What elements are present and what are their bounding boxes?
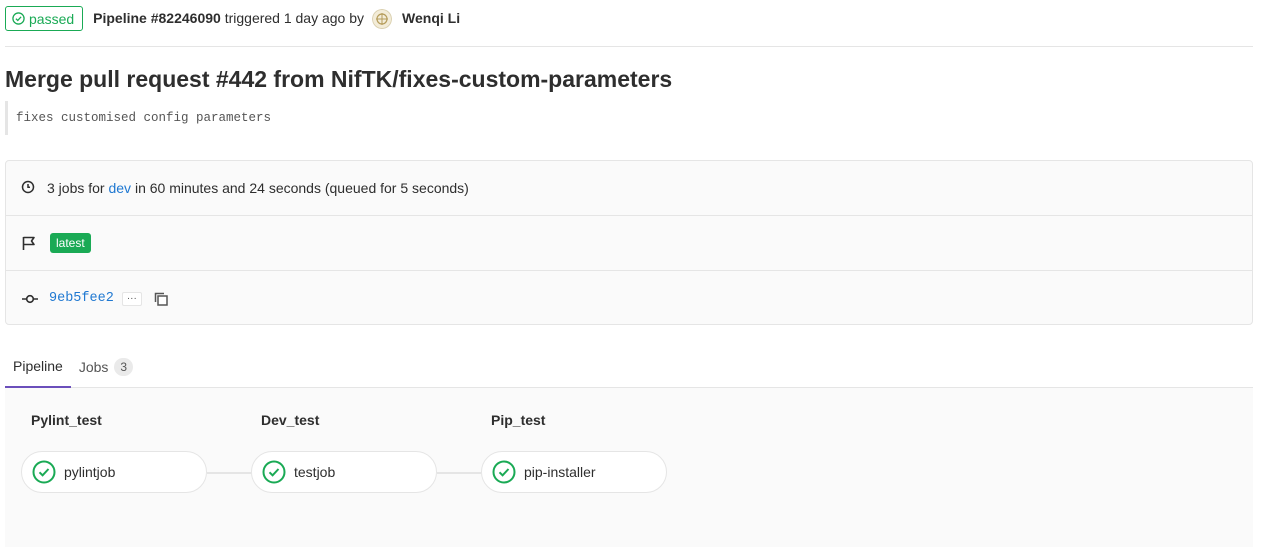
user-name[interactable]: Wenqi Li [402, 6, 460, 31]
jobs-count-badge: 3 [114, 357, 134, 376]
stage-title: Pip_test [491, 412, 546, 428]
latest-badge: latest [50, 233, 91, 253]
pipeline-id: Pipeline #82246090 [93, 10, 221, 26]
jobs-suffix: in 60 minutes and 24 seconds (queued for… [134, 180, 469, 196]
commit-row: 9eb5fee2 ··· [6, 271, 1252, 326]
triggered-text: triggered 1 day ago by [224, 10, 365, 26]
job-pip-installer[interactable]: pip-installer [481, 451, 667, 493]
commit-description: fixes customised config parameters [5, 101, 271, 135]
stage-connector [207, 472, 251, 474]
pipeline-header: passed Pipeline #82246090 triggered 1 da… [5, 6, 1253, 47]
tab-jobs[interactable]: Jobs 3 [71, 345, 141, 388]
status-label: passed [29, 10, 75, 27]
job-name: pip-installer [524, 464, 596, 480]
job-name: testjob [294, 464, 336, 480]
commit-icon [21, 291, 39, 307]
flag-icon [21, 235, 37, 251]
pipeline-info-card: 3 jobs for dev in 60 minutes and 24 seco… [5, 160, 1253, 325]
duration-row: 3 jobs for dev in 60 minutes and 24 seco… [6, 161, 1252, 216]
pipeline-tabs: Pipeline Jobs 3 [5, 345, 1253, 388]
tab-pipeline[interactable]: Pipeline [5, 345, 71, 388]
check-circle-icon [12, 12, 25, 25]
stage-title: Pylint_test [31, 412, 102, 428]
job-pylintjob[interactable]: pylintjob [21, 451, 207, 493]
jobs-prefix: 3 jobs for [47, 180, 105, 196]
page-title: Merge pull request #442 from NifTK/fixes… [5, 66, 673, 92]
commit-sha-link[interactable]: 9eb5fee2 [49, 291, 114, 306]
success-icon [262, 460, 286, 484]
success-icon [32, 460, 56, 484]
stage-title: Dev_test [261, 412, 320, 428]
clock-icon [21, 180, 37, 196]
pipeline-graph: Pylint_test pylintjob Dev_test testjob P… [5, 388, 1253, 547]
expand-commit-button[interactable]: ··· [121, 291, 142, 306]
flags-row: latest [6, 216, 1252, 271]
job-testjob[interactable]: testjob [251, 451, 437, 493]
stage-connector [437, 472, 481, 474]
tab-pipeline-label: Pipeline [13, 357, 63, 374]
pipeline-summary: Pipeline #82246090 triggered 1 day ago b… [93, 6, 460, 31]
success-icon [492, 460, 516, 484]
copy-icon[interactable] [154, 292, 168, 306]
tab-jobs-label: Jobs [78, 358, 109, 375]
status-badge[interactable]: passed [5, 6, 84, 31]
avatar[interactable] [372, 8, 393, 29]
branch-link[interactable]: dev [108, 180, 131, 196]
job-name: pylintjob [64, 464, 116, 480]
